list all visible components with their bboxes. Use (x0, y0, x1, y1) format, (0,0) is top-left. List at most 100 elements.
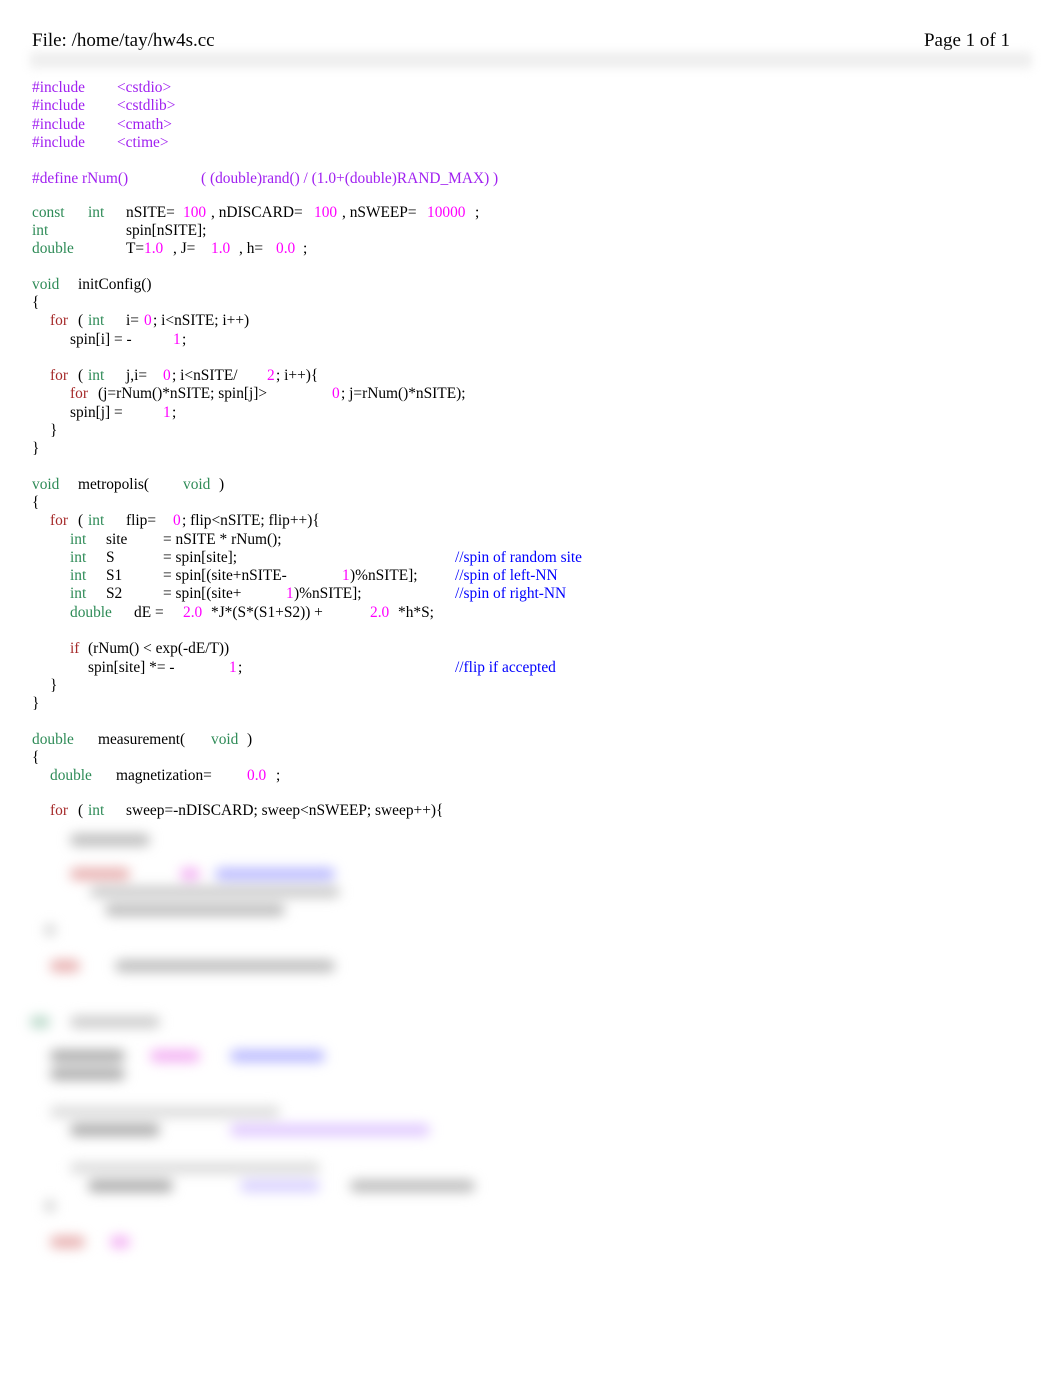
function-name: metropolis( (78, 475, 149, 493)
code-comment: //spin of left-NN (455, 567, 558, 585)
control-keyword: for (50, 802, 68, 820)
code-line: spin[j] = 1 ; (32, 404, 176, 422)
code-line: } (32, 440, 47, 458)
code-text: , nSWEEP= (342, 203, 417, 221)
code-comment: //flip if accepted (455, 658, 556, 676)
code-text: ( (78, 367, 84, 385)
code-text: , J= (173, 240, 196, 258)
number-literal: 0 (163, 367, 171, 385)
code-text: spin[j] = (70, 403, 123, 421)
code-text: *h*S; (398, 603, 434, 621)
file-path-label: File: /home/tay/hw4s.cc (32, 30, 215, 51)
code-text: = spin[site]; (163, 548, 238, 566)
code-text: ; flip<nSITE; flip++){ (182, 512, 320, 530)
code-line: { (32, 494, 47, 512)
code-comment: //spin of right-NN (455, 585, 567, 603)
code-text: flip= (126, 512, 157, 530)
brace: } (32, 440, 40, 458)
code-text: = spin[(site+ (163, 585, 242, 603)
variable: dE = (134, 603, 164, 621)
page-number-label: Page 1 of 1 (923, 30, 1010, 51)
code-text: magnetization= (116, 767, 212, 785)
code-line: { (32, 294, 47, 312)
code-text: ( (78, 312, 84, 330)
keyword: int (32, 222, 49, 240)
code-text: ) (219, 475, 225, 493)
code-line-const: const int nSITE= 100 , nDISCARD= 100 , n… (32, 204, 479, 222)
code-line: for ( int i= 0 ; i<nSITE; i++) (32, 312, 249, 330)
number-literal: 1 (342, 567, 350, 585)
code-line: for (j=rNum()*nSITE; spin[j]> 0 ; j=rNum… (32, 385, 466, 403)
number-literal: 0.0 (276, 240, 296, 258)
code-comment: //spin of random site (455, 548, 582, 566)
number-literal: 2.0 (370, 603, 390, 621)
code-text: spin[nSITE]; (126, 222, 207, 240)
number-literal: 1 (173, 330, 181, 348)
code-line: for ( int j,i= 0 ; i<nSITE/ 2 ; i++){ (32, 367, 318, 385)
include-header: <cstdio> (117, 79, 172, 96)
code-line-func-sig: void initConfig() (32, 276, 152, 294)
code-text: )%nSITE]; (294, 585, 362, 603)
number-literal: 1 (163, 403, 171, 421)
control-keyword: for (70, 385, 88, 403)
code-text: ; (182, 330, 187, 348)
code-line: } (32, 422, 57, 440)
keyword: void (211, 730, 239, 748)
variable: S2 (106, 585, 123, 603)
code-line-int: int spin[nSITE]; (32, 222, 206, 240)
code-line-func-sig: void metropolis( void ) (32, 476, 224, 494)
number-literal: 0.0 (247, 767, 267, 785)
number-literal: 10000 (427, 203, 466, 221)
number-literal: 2 (267, 367, 275, 385)
brace: } (32, 695, 40, 713)
keyword: int (70, 530, 87, 548)
brace: } (50, 422, 58, 440)
number-literal: 0 (173, 512, 181, 530)
code-line: for ( int sweep=-nDISCARD; sweep<nSWEEP;… (32, 802, 443, 820)
code-line: if (rNum() < exp(-dE/T)) (32, 640, 229, 658)
code-text: (rNum() < exp(-dE/T)) (88, 640, 230, 658)
code-line: { (32, 749, 47, 767)
variable: site (106, 530, 128, 548)
preprocessor-directive: #include (32, 97, 85, 115)
obscured-content (0, 828, 700, 1288)
code-line: double magnetization= 0.0 ; (32, 767, 280, 785)
brace: } (50, 676, 58, 694)
code-line: spin[i] = - 1 ; (32, 331, 186, 349)
code-text: (j=rNum()*nSITE; spin[j]> (98, 385, 268, 403)
code-text: ( (78, 802, 84, 820)
keyword: int (88, 312, 105, 330)
include-header: <cstdlib> (117, 97, 176, 115)
include-header: <ctime> (117, 133, 169, 151)
code-line: int site = nSITE * rNum(); (32, 531, 282, 549)
code-line-define: #define rNum() ( (double)rand() / (1.0+(d… (32, 170, 498, 188)
code-line: } (32, 695, 47, 713)
preprocessor-directive: #include (32, 133, 85, 151)
code-line: int S2 = spin[(site+ 1 )%nSITE]; //spin … (32, 585, 566, 603)
code-line-include: #include <ctime> (32, 134, 169, 152)
include-header: <cmath> (117, 115, 172, 133)
define-body: ( (double)rand() / (1.0+(double)RAND_MAX… (201, 170, 499, 188)
brace: { (32, 493, 40, 511)
keyword: double (50, 767, 92, 785)
control-keyword: for (50, 512, 68, 530)
control-keyword: if (70, 640, 80, 658)
control-keyword: for (50, 367, 68, 385)
code-text: ; i<nSITE/ (172, 367, 238, 385)
number-literal: 1 (286, 585, 294, 603)
source-code: #include <cstdio> #include <cstdlib> #incl… (32, 79, 582, 821)
number-literal: 1.0 (144, 240, 164, 258)
code-text: j,i= (126, 367, 148, 385)
brace: { (32, 748, 40, 766)
code-text: ; (238, 658, 243, 676)
keyword: int (70, 548, 87, 566)
code-text: nSITE= (126, 203, 175, 221)
keyword: int (88, 203, 105, 221)
keyword: double (32, 730, 74, 748)
keyword: void (32, 275, 60, 293)
code-text: ( (78, 512, 84, 530)
code-line: for ( int flip= 0 ; flip<nSITE; flip++){ (32, 512, 320, 530)
code-line-include: #include <cmath> (32, 116, 172, 134)
variable: S1 (106, 567, 123, 585)
define-name: #define rNum() (32, 170, 129, 188)
